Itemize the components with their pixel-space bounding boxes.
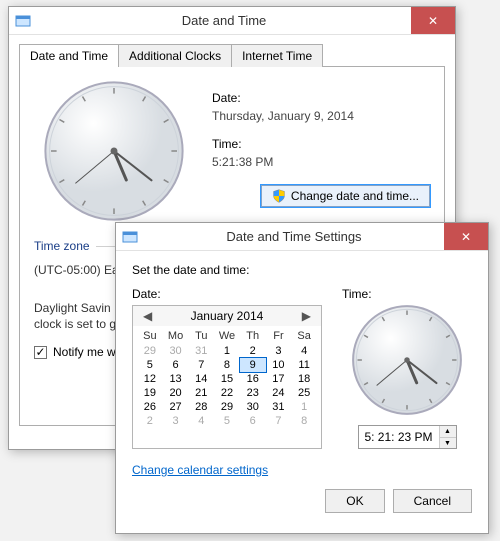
notify-label: Notify me w [53,345,116,359]
calendar-day[interactable]: 28 [188,400,214,414]
calendar-day[interactable]: 30 [240,400,266,414]
calendar-day[interactable]: 12 [137,372,163,386]
calendar-day[interactable]: 3 [266,344,292,358]
ok-button[interactable]: OK [325,489,384,513]
time-input[interactable] [359,426,439,448]
time-label: Time: [212,137,430,151]
window-icon [116,223,144,250]
change-date-and-time-label: Change date and time... [291,189,419,203]
calendar-dow: Tu [188,328,214,344]
analog-clock-small [352,305,462,415]
close-button-dlg2[interactable]: ✕ [444,223,488,250]
calendar-day[interactable]: 23 [240,386,266,400]
calendar-dow: Fr [266,328,292,344]
calendar-day[interactable]: 21 [188,386,214,400]
tab-strip: Date and Time Additional Clocks Internet… [9,35,455,66]
calendar-day[interactable]: 30 [163,344,189,358]
calendar-day[interactable]: 29 [214,400,240,414]
calendar-day[interactable]: 6 [163,358,189,372]
calendar-day[interactable]: 1 [214,344,240,358]
time-input-group: ▲ ▼ [358,425,457,449]
date-label: Date: [212,91,430,105]
calendar-day[interactable]: 15 [214,372,240,386]
tab-additional-clocks[interactable]: Additional Clocks [118,44,232,67]
date-value: Thursday, January 9, 2014 [212,109,430,123]
shield-icon [272,189,286,203]
calendar-day[interactable]: 10 [266,358,292,372]
close-icon: ✕ [461,231,471,243]
close-icon: ✕ [428,15,438,27]
tab-date-and-time[interactable]: Date and Time [19,44,119,67]
calendar-day[interactable]: 7 [188,358,214,372]
calendar-day[interactable]: 26 [137,400,163,414]
time-spin-up[interactable]: ▲ [440,426,456,437]
calendar-day[interactable]: 14 [188,372,214,386]
calendar-day[interactable]: 5 [137,358,163,372]
calendar-prev-button[interactable]: ◀ [139,309,156,323]
calendar-day[interactable]: 25 [291,386,317,400]
calendar-day[interactable]: 31 [188,344,214,358]
calendar-day[interactable]: 9 [240,358,266,372]
calendar-dow: We [214,328,240,344]
time-spinner: ▲ ▼ [439,426,456,448]
calendar-day[interactable]: 2 [137,414,163,428]
calendar-day[interactable]: 7 [266,414,292,428]
calendar-dow: Su [137,328,163,344]
window-title: Date and Time [37,13,411,28]
change-date-and-time-button[interactable]: Change date and time... [261,185,430,207]
change-calendar-settings-link[interactable]: Change calendar settings [132,463,268,477]
calendar-dow: Mo [163,328,189,344]
calendar-day[interactable]: 24 [266,386,292,400]
calendar-day[interactable]: 27 [163,400,189,414]
date-column-label: Date: [132,287,342,301]
titlebar: Date and Time ✕ [9,7,455,35]
calendar-day[interactable]: 6 [240,414,266,428]
calendar-day[interactable]: 2 [240,344,266,358]
calendar-day[interactable]: 4 [291,344,317,358]
calendar-day[interactable]: 5 [214,414,240,428]
calendar: ◀ January 2014 ▶ SuMoTuWeThFrSa293031123… [132,305,322,449]
calendar-title: January 2014 [191,309,264,323]
time-spin-down[interactable]: ▼ [440,437,456,448]
calendar-next-button[interactable]: ▶ [298,309,315,323]
calendar-day[interactable]: 29 [137,344,163,358]
window-icon [9,7,37,34]
calendar-day[interactable]: 22 [214,386,240,400]
notify-checkbox[interactable]: ✓ [34,346,47,359]
settings-window-title: Date and Time Settings [144,229,444,244]
check-icon: ✓ [35,345,45,359]
calendar-day[interactable]: 31 [266,400,292,414]
date-and-time-settings-dialog: Date and Time Settings ✕ Set the date an… [115,222,489,534]
calendar-day[interactable]: 17 [266,372,292,386]
calendar-day[interactable]: 3 [163,414,189,428]
calendar-dow: Th [240,328,266,344]
calendar-day[interactable]: 8 [214,358,240,372]
calendar-grid: SuMoTuWeThFrSa29303112345678910111213141… [133,326,321,434]
time-zone-legend: Time zone [34,239,90,253]
calendar-day[interactable]: 4 [188,414,214,428]
close-button-dlg1[interactable]: ✕ [411,7,455,34]
calendar-day[interactable]: 16 [240,372,266,386]
calendar-day[interactable]: 8 [291,414,317,428]
time-column-label: Time: [342,287,372,301]
tab-internet-time[interactable]: Internet Time [231,44,323,67]
calendar-day[interactable]: 13 [163,372,189,386]
calendar-day[interactable]: 20 [163,386,189,400]
calendar-dow: Sa [291,328,317,344]
calendar-day[interactable]: 18 [291,372,317,386]
cancel-button[interactable]: Cancel [393,489,472,513]
time-value: 5:21:38 PM [212,155,430,169]
titlebar-settings: Date and Time Settings ✕ [116,223,488,251]
calendar-day[interactable]: 19 [137,386,163,400]
calendar-day[interactable]: 11 [291,358,317,372]
settings-prompt: Set the date and time: [132,263,472,277]
calendar-day[interactable]: 1 [291,400,317,414]
analog-clock-large [44,81,184,221]
